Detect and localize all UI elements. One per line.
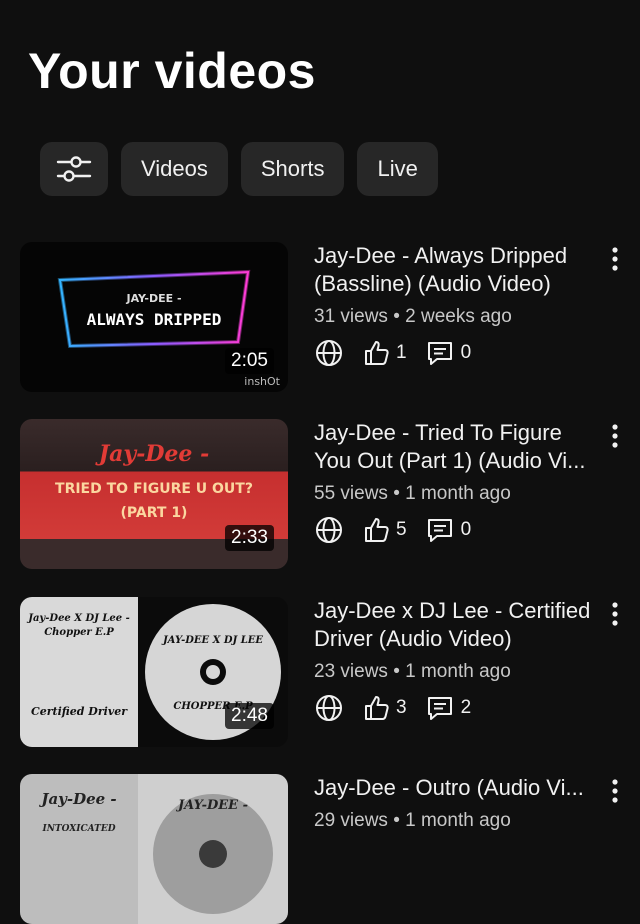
video-item[interactable]: Jay-Dee X DJ Lee - Chopper E.P Certified…: [20, 597, 640, 747]
video-title[interactable]: Jay-Dee x DJ Lee - Certified Driver (Aud…: [314, 597, 604, 653]
video-title[interactable]: Jay-Dee - Tried To Figure You Out (Part …: [314, 419, 604, 475]
video-meta: 31 views • 2 weeks ago: [314, 306, 512, 327]
duration-badge: 2:48: [225, 703, 274, 729]
chip-videos[interactable]: Videos: [121, 142, 228, 196]
chip-live[interactable]: Live: [357, 142, 438, 196]
globe-icon: [316, 340, 342, 366]
video-meta: 55 views • 1 month ago: [314, 483, 511, 504]
thumb-text: Certified Driver: [30, 705, 128, 718]
comments-stat: 2: [425, 694, 472, 722]
comment-icon: [427, 519, 452, 542]
more-options-icon[interactable]: [610, 246, 620, 272]
video-title[interactable]: Jay-Dee - Outro (Audio Vi...: [314, 774, 604, 802]
video-meta: 29 views • 1 month ago: [314, 810, 511, 831]
comment-icon: [427, 697, 452, 720]
thumb-text: INTOXICATED: [42, 824, 116, 834]
comments-stat: 0: [425, 339, 472, 367]
thumb-text: JAY-DEE X DJ LEE: [162, 635, 264, 646]
chip-shorts[interactable]: Shorts: [240, 142, 345, 196]
thumbs-up-icon: [365, 341, 389, 365]
likes-count: 3: [396, 697, 407, 718]
visibility-public: [314, 515, 344, 545]
video-meta: 23 views • 1 month ago: [314, 661, 511, 682]
thumb-text: JAY-DEE -: [126, 292, 182, 305]
more-options-icon[interactable]: [610, 778, 620, 804]
thumb-text: Chopper E.P: [44, 627, 114, 638]
likes-count: 1: [396, 342, 407, 363]
comment-icon: [427, 342, 452, 365]
comments-count: 0: [460, 519, 472, 540]
video-item[interactable]: Jay-Dee - TRIED TO FIGURE U OUT? (PART 1…: [20, 419, 640, 569]
thumb-watermark: inshOt: [244, 375, 280, 388]
video-title[interactable]: Jay-Dee - Always Dripped (Bassline) (Aud…: [314, 242, 604, 298]
likes-stat: 5: [362, 516, 407, 544]
thumb-text: Jay-Dee -: [41, 790, 117, 808]
thumb-text: (PART 1): [120, 505, 188, 521]
globe-icon: [316, 695, 342, 721]
duration-badge: 2:33: [225, 525, 274, 551]
likes-count: 5: [396, 519, 407, 540]
video-thumbnail[interactable]: JAY-DEE - ALWAYS DRIPPED inshOt 2:05: [20, 242, 288, 392]
page-title: Your videos: [28, 43, 316, 99]
thumb-text: Jay-Dee X DJ Lee -: [28, 613, 130, 624]
likes-stat: 3: [362, 694, 407, 722]
visibility-public: [314, 338, 344, 368]
duration-badge: 2:05: [225, 348, 274, 374]
thumb-text: ALWAYS DRIPPED: [86, 310, 222, 329]
video-thumbnail[interactable]: Jay-Dee - TRIED TO FIGURE U OUT? (PART 1…: [20, 419, 288, 569]
visibility-public: [314, 693, 344, 723]
comments-count: 0: [460, 342, 472, 363]
more-options-icon[interactable]: [610, 423, 620, 449]
video-thumbnail[interactable]: Jay-Dee - INTOXICATED JAY-DEE -: [20, 774, 288, 924]
filter-button[interactable]: [40, 142, 108, 196]
thumb-text: Jay-Dee -: [98, 441, 210, 467]
likes-stat: 1: [362, 339, 407, 367]
thumb-text: JAY-DEE -: [178, 798, 248, 813]
more-options-icon[interactable]: [610, 601, 620, 627]
video-item[interactable]: Jay-Dee - INTOXICATED JAY-DEE - Jay-Dee …: [20, 774, 640, 924]
filter-chip-bar: Videos Shorts Live: [40, 142, 438, 196]
video-thumbnail[interactable]: Jay-Dee X DJ Lee - Chopper E.P Certified…: [20, 597, 288, 747]
comments-stat: 0: [425, 516, 472, 544]
filter-sliders-icon: [56, 156, 92, 182]
video-item[interactable]: JAY-DEE - ALWAYS DRIPPED inshOt 2:05 Jay…: [20, 242, 640, 392]
thumb-text: TRIED TO FIGURE U OUT?: [55, 481, 253, 497]
globe-icon: [316, 517, 342, 543]
vinyl-disc-artwork: [138, 774, 288, 924]
thumbs-up-icon: [365, 696, 389, 720]
thumbs-up-icon: [365, 518, 389, 542]
comments-count: 2: [460, 697, 472, 718]
